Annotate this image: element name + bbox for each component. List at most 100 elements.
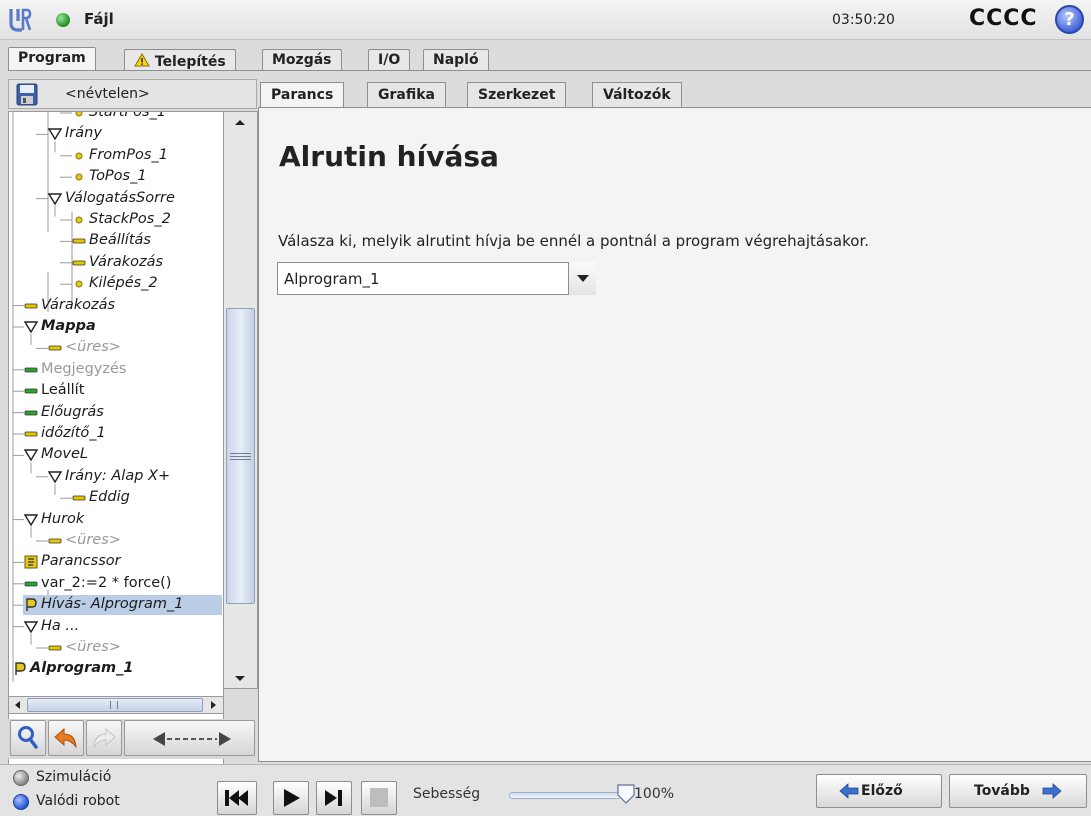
speed-slider-thumb[interactable]: [616, 783, 636, 805]
tree-node[interactable]: Hurok: [9, 510, 223, 530]
tree-node-label: <üres>: [65, 532, 121, 548]
subroutine-select[interactable]: Alprogram_1: [277, 262, 596, 295]
tree-node[interactable]: StartPos_1: [9, 112, 223, 123]
command-content: Alrutin hívása Válasza ki, melyik alruti…: [258, 107, 1091, 762]
tab-io[interactable]: I/O: [368, 49, 411, 71]
dash-icon: [72, 234, 86, 252]
next-button[interactable]: Tovább: [949, 774, 1087, 808]
tree-node-label: Előugrás: [41, 403, 104, 420]
tree-node[interactable]: Mappa: [9, 317, 223, 337]
speed-value: 100%: [634, 786, 675, 802]
file-menu[interactable]: Fájl: [84, 10, 114, 28]
previous-label: Előző: [861, 783, 903, 799]
app-window: Fájl 03:50:20 CCCC ? Program Telepítés M…: [0, 0, 1091, 816]
tree-node-label: ToPos_1: [89, 168, 147, 185]
tree-node[interactable]: időzítő_1: [9, 424, 223, 444]
tree-node-label: Leállít: [41, 382, 85, 399]
tree-node[interactable]: Ha ...: [9, 617, 223, 637]
play-button[interactable]: [273, 781, 309, 815]
tree-node[interactable]: Várakozás: [9, 296, 223, 316]
tree-node[interactable]: MoveL: [9, 445, 223, 465]
dash-icon: [24, 406, 38, 424]
tab-label: Napló: [433, 52, 479, 68]
tree-node[interactable]: Leállít: [9, 381, 223, 401]
tree-node[interactable]: Parancssor: [9, 552, 223, 572]
help-icon[interactable]: ?: [1055, 5, 1084, 34]
tab-log[interactable]: Napló: [423, 49, 489, 71]
tree-node[interactable]: <üres>: [9, 638, 223, 658]
tree-node[interactable]: Hívás- Alprogram_1: [23, 595, 222, 616]
triangle-icon: [47, 470, 63, 488]
triangle-icon: [23, 513, 39, 531]
move-node-button[interactable]: [124, 720, 255, 756]
tree-node[interactable]: Alprogram_1: [9, 659, 223, 679]
dash-icon: [24, 384, 38, 402]
tree-node[interactable]: var_2:=2 * force(): [9, 574, 223, 594]
scroll-left-icon[interactable]: [11, 698, 25, 712]
tree-node[interactable]: StackPos_2: [9, 210, 223, 230]
program-tree[interactable]: StartPos_1 Irány FromPos_1 ToPos_1 Válogatás…: [8, 111, 224, 773]
tree-node-label: <üres>: [65, 639, 121, 655]
tree-node-label: Hurok: [41, 510, 85, 527]
tab-structure[interactable]: Szerkezet: [467, 82, 567, 108]
scroll-right-icon[interactable]: [206, 698, 220, 712]
speed-slider-track[interactable]: [509, 792, 621, 799]
tree-node[interactable]: FromPos_1: [9, 146, 223, 166]
scroll-up-icon[interactable]: [226, 114, 254, 130]
tab-label: Parancs: [271, 87, 334, 103]
tree-node-label: időzítő_1: [41, 425, 106, 441]
real-robot-label: Valódi robot: [36, 793, 120, 809]
tab-move[interactable]: Mozgás: [262, 49, 342, 71]
dash-icon: [48, 641, 62, 659]
tree-node-label: Eddig: [89, 489, 130, 506]
tree-node[interactable]: <üres>: [9, 531, 223, 551]
tree-node[interactable]: Irány: Alap X+: [9, 467, 223, 487]
tree-node-label: VálogatásSorre: [65, 189, 175, 206]
tree-node[interactable]: Előugrás: [9, 403, 223, 423]
real-robot-radio[interactable]: [13, 794, 29, 810]
tree-node[interactable]: Eddig: [9, 488, 223, 508]
tree-node[interactable]: Kilépés_2: [9, 274, 223, 294]
footer-bar: Szimuláció Valódi robot Sebesség 100% El…: [0, 764, 1091, 816]
dropdown-button[interactable]: [568, 262, 596, 295]
tree-node-label: Ha ...: [41, 617, 80, 634]
tree-vertical-scrollbar[interactable]: [224, 111, 258, 689]
tree-node[interactable]: Irány: [9, 124, 223, 144]
step-button[interactable]: [316, 781, 352, 815]
tree-node[interactable]: Megjegyzés: [9, 360, 223, 380]
tree-node-label: Beállítás: [89, 232, 151, 249]
scroll-down-icon[interactable]: [226, 670, 254, 686]
simulation-radio[interactable]: [13, 770, 29, 786]
program-tree-panel: <névtelen> StartPos_1 Irány FromPos_1 ToPos…: [8, 79, 258, 773]
tab-graphics[interactable]: Grafika: [367, 82, 446, 108]
tree-node[interactable]: ToPos_1: [9, 167, 223, 187]
scroll-thumb[interactable]: [27, 698, 203, 712]
rewind-button[interactable]: [217, 781, 257, 815]
redo-button[interactable]: [86, 720, 122, 756]
dash-icon: [72, 256, 86, 274]
search-button[interactable]: [10, 720, 46, 756]
tab-variables[interactable]: Változók: [592, 82, 682, 108]
subprogram-icon: [24, 598, 38, 616]
script-icon: [24, 555, 38, 573]
previous-button[interactable]: Előző: [816, 774, 942, 808]
scroll-thumb[interactable]: [226, 308, 255, 604]
tab-program[interactable]: Program: [8, 47, 96, 71]
undo-button[interactable]: [48, 720, 84, 756]
instruction-text: Válasza ki, melyik alrutint hívja be enn…: [278, 232, 869, 250]
triangle-icon: [23, 620, 39, 638]
tree-node-label: Várakozás: [41, 296, 116, 313]
tree-node[interactable]: Várakozás: [9, 253, 223, 273]
tab-installation[interactable]: Telepítés: [124, 49, 236, 71]
page-title: Alrutin hívása: [279, 140, 499, 173]
save-icon[interactable]: [16, 83, 38, 106]
stop-button[interactable]: [361, 781, 397, 815]
move-arrows-icon: [153, 732, 231, 746]
tree-node[interactable]: Beállítás: [9, 231, 223, 251]
tab-label: Változók: [603, 87, 671, 103]
tree-node[interactable]: VálogatásSorre: [9, 189, 223, 209]
tab-command[interactable]: Parancs: [260, 82, 345, 108]
tree-horizontal-scrollbar[interactable]: [8, 696, 224, 714]
tree-node[interactable]: <üres>: [9, 338, 223, 358]
robot-name: CCCC: [969, 6, 1038, 31]
